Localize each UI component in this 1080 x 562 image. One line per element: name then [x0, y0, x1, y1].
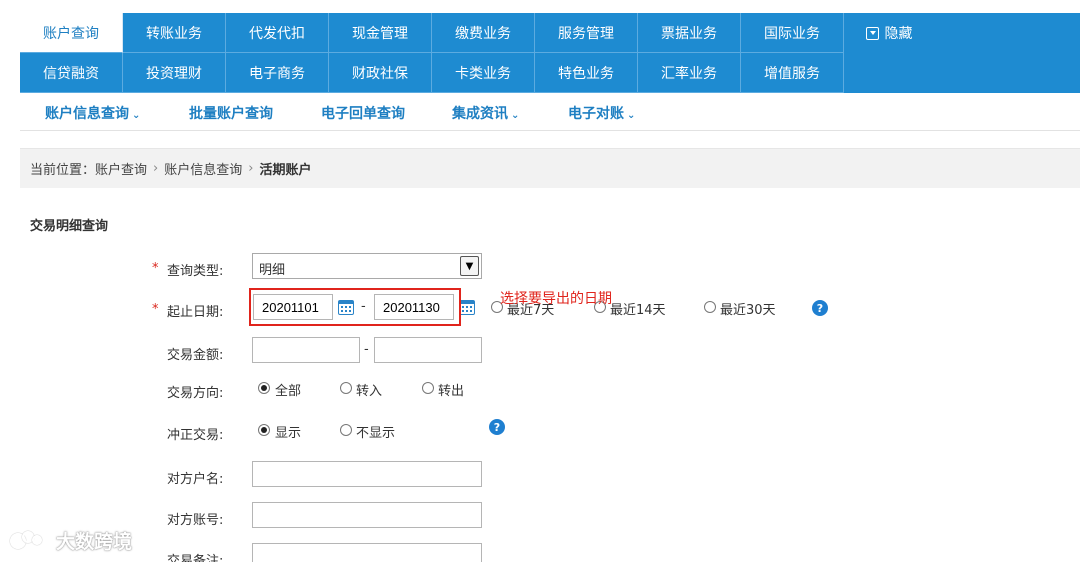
help-icon[interactable]: ? [489, 419, 505, 435]
page-title: 交易明细查询 [30, 219, 109, 234]
nav-value-added[interactable]: 增值服务 [741, 53, 844, 93]
direction-row: 交易方向: 全部 转入 转出 [0, 375, 1080, 405]
sub-navigation: 账户信息查询 ⌄ 批量账户查询 电子回单查询 集成资讯 ⌄ 电子对账 ⌄ [20, 93, 1080, 131]
reversal-row: 冲正交易: 显示 不显示 ? [0, 417, 1080, 447]
subnav-info[interactable]: 集成资讯 ⌄ [452, 103, 519, 123]
query-type-select[interactable]: 明细 ▼ [252, 253, 482, 279]
nav-featured[interactable]: 特色业务 [535, 53, 638, 93]
watermark-logo-icon [10, 529, 50, 553]
nav-notes[interactable]: 票据业务 [638, 13, 741, 53]
query-type-label: 查询类型: [167, 264, 224, 279]
chevron-down-icon: ⌄ [132, 110, 141, 121]
subnav-e-reconciliation-label: 电子对账 [568, 106, 624, 122]
nav-account-query[interactable]: 账户查询 [20, 13, 123, 53]
nav-international[interactable]: 国际业务 [741, 13, 844, 53]
nav-service-management[interactable]: 服务管理 [535, 13, 638, 53]
remark-label: 交易备注: [167, 554, 224, 562]
reversal-show-label: 显示 [275, 426, 302, 441]
help-icon[interactable]: ? [812, 300, 828, 316]
nav-fiscal-social[interactable]: 财政社保 [329, 53, 432, 93]
counterparty-account-row: 对方账号: [0, 502, 1080, 532]
nav-cash-management[interactable]: 现金管理 [329, 13, 432, 53]
annotation-text: 选择要导出的日期 [500, 291, 612, 307]
required-mark: * [152, 302, 159, 317]
collapse-icon [865, 26, 879, 40]
subnav-batch-account[interactable]: 批量账户查询 [189, 103, 273, 123]
query-type-row: * 查询类型: 明细 ▼ [0, 253, 1080, 283]
last-30-days-label: 最近30天 [720, 303, 776, 318]
subnav-e-reconciliation[interactable]: 电子对账 ⌄ [568, 103, 635, 123]
chevron-down-icon: ⌄ [627, 110, 636, 121]
breadcrumb-item-account-query[interactable]: 账户查询 [95, 159, 147, 178]
amount-label: 交易金额: [167, 348, 224, 363]
top-navigation: 账户查询 转账业务 代发代扣 现金管理 缴费业务 服务管理 票据业务 国际业务 … [20, 13, 1080, 93]
nav-exchange-rate[interactable]: 汇率业务 [638, 53, 741, 93]
direction-out-label: 转出 [438, 384, 465, 399]
chevron-down-icon: ⌄ [511, 110, 520, 121]
breadcrumb: 当前位置： 账户查询 › 账户信息查询 › 活期账户 [20, 148, 1080, 188]
remark-row: 交易备注: [0, 543, 1080, 562]
direction-all-label: 全部 [275, 384, 302, 399]
last-14-days-label: 最近14天 [610, 303, 666, 318]
last-30-days-radio[interactable] [704, 301, 716, 313]
calendar-icon[interactable] [459, 300, 475, 315]
counterparty-account-input[interactable] [252, 502, 482, 528]
direction-all-radio[interactable] [258, 382, 270, 394]
hide-label: 隐藏 [884, 26, 913, 42]
watermark: 大数跨境 [10, 527, 132, 554]
date-range-label: 起止日期: [167, 305, 224, 320]
hide-button[interactable]: 隐藏 [844, 13, 934, 53]
nav-transfer[interactable]: 转账业务 [123, 13, 226, 53]
chevron-right-icon: › [153, 161, 159, 176]
subnav-account-info[interactable]: 账户信息查询 ⌄ [45, 103, 140, 123]
required-mark: * [152, 261, 159, 276]
query-type-value: 明细 [259, 263, 286, 278]
subnav-e-receipt[interactable]: 电子回单查询 [321, 103, 405, 123]
reversal-show-radio[interactable] [258, 424, 270, 436]
counterparty-account-label: 对方账号: [167, 513, 224, 528]
nav-bill-payment[interactable]: 缴费业务 [432, 13, 535, 53]
chevron-right-icon: › [248, 161, 254, 176]
nav-investment[interactable]: 投资理财 [123, 53, 226, 93]
highlight-box [249, 288, 461, 326]
amount-separator: - [364, 342, 369, 357]
chevron-down-icon: ▼ [460, 256, 479, 276]
direction-out-radio[interactable] [422, 382, 434, 394]
amount-from-input[interactable] [252, 337, 360, 363]
counterparty-name-row: 对方户名: [0, 461, 1080, 491]
reversal-hide-radio[interactable] [340, 424, 352, 436]
remark-input[interactable] [252, 543, 482, 562]
direction-in-label: 转入 [356, 384, 383, 399]
reversal-hide-label: 不显示 [356, 426, 396, 441]
counterparty-name-label: 对方户名: [167, 472, 224, 487]
nav-row-1: 账户查询 转账业务 代发代扣 现金管理 缴费业务 服务管理 票据业务 国际业务 … [20, 13, 934, 53]
nav-card[interactable]: 卡类业务 [432, 53, 535, 93]
nav-payroll[interactable]: 代发代扣 [226, 13, 329, 53]
amount-row: 交易金额: - [0, 337, 1080, 367]
watermark-text: 大数跨境 [56, 531, 133, 553]
subnav-account-info-label: 账户信息查询 [45, 106, 129, 122]
breadcrumb-current: 活期账户 [259, 163, 312, 178]
amount-to-input[interactable] [374, 337, 482, 363]
reversal-label: 冲正交易: [167, 428, 224, 443]
subnav-info-label: 集成资讯 [452, 106, 508, 122]
nav-ecommerce[interactable]: 电子商务 [226, 53, 329, 93]
nav-credit[interactable]: 信贷融资 [20, 53, 123, 93]
counterparty-name-input[interactable] [252, 461, 482, 487]
breadcrumb-item-account-info[interactable]: 账户信息查询 [164, 159, 242, 178]
breadcrumb-prefix: 当前位置： [30, 163, 96, 178]
nav-row-2: 信贷融资 投资理财 电子商务 财政社保 卡类业务 特色业务 汇率业务 增值服务 [20, 53, 844, 93]
direction-label: 交易方向: [167, 386, 224, 401]
direction-in-radio[interactable] [340, 382, 352, 394]
